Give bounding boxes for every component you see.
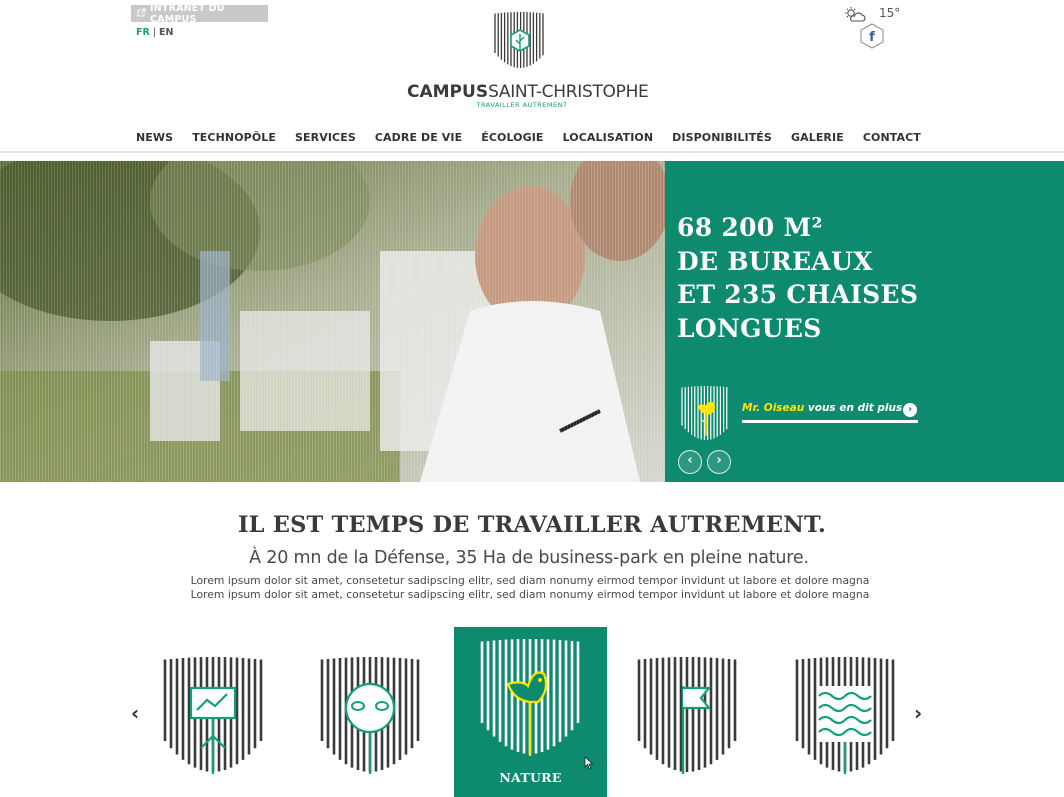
hero-title: 68 200 M² DE BUREAUX ET 235 CHAISES LONG… (677, 211, 1057, 345)
lang-separator: | (152, 27, 157, 38)
svg-text:f: f (869, 30, 875, 45)
brand-name: CAMPUSSAINT-CHRISTOPHE (407, 82, 649, 102)
nav-item-galerie[interactable]: GALERIE (791, 131, 844, 145)
hero-next-button[interactable]: › (707, 450, 731, 474)
bird-badge-icon[interactable] (678, 384, 734, 448)
external-link-icon (137, 8, 146, 20)
waves-icon[interactable] (793, 656, 897, 780)
brand-bold: CAMPUS (407, 82, 489, 102)
hero-title-line: DE BUREAUX (677, 246, 873, 276)
presentation-board-icon[interactable] (161, 656, 265, 780)
nav-item-ecologie[interactable]: ÉCOLOGIE (481, 131, 543, 145)
oiseau-link[interactable]: Mr. Oiseau vous en dit plus (742, 402, 902, 414)
arrow-right-circle-icon[interactable]: › (903, 403, 917, 417)
carousel-prev-button[interactable]: ‹ (131, 701, 139, 725)
bird-icon[interactable] (478, 638, 582, 762)
section-body-text: Lorem ipsum dolor sit amet, consetetur s… (190, 574, 870, 601)
partly-cloudy-icon (845, 7, 866, 22)
brand-tagline: TRAVAILLER AUTREMENT (476, 101, 568, 109)
hero-title-line: ET 235 CHAISES (677, 280, 919, 309)
hero-prev-button[interactable]: ‹ (678, 450, 702, 474)
nav-item-technopole[interactable]: TECHNOPÔLE (192, 131, 276, 145)
nav-item-cadre-de-vie[interactable]: CADRE DE VIE (375, 131, 462, 145)
mouse-cursor-icon (584, 756, 594, 770)
hero-photo (0, 161, 665, 482)
nav-item-localisation[interactable]: LOCALISATION (563, 131, 654, 145)
carousel-active-label: NATURE (499, 770, 562, 785)
section-headline: IL EST TEMPS DE TRAVAILLER AUTREMENT. (237, 512, 827, 538)
intranet-label: INTRANET DU CAMPUS (150, 2, 225, 25)
nav-item-news[interactable]: NEWS (136, 131, 173, 145)
oiseau-name: Mr. Oiseau (742, 402, 805, 414)
language-switcher: FR | EN (136, 27, 173, 38)
main-navigation: NEWS TECHNOPÔLE SERVICES CADRE DE VIE ÉCOLOG… (136, 131, 921, 145)
lang-en[interactable]: EN (159, 27, 173, 38)
oiseau-underline (742, 420, 918, 423)
intranet-link[interactable]: INTRANET DU CAMPUS (131, 2, 268, 25)
brand-rest: SAINT-CHRISTOPHE (488, 82, 649, 102)
section-subheadline: À 20 mn de la Défense, 35 Ha de business… (249, 548, 809, 568)
nav-divider (0, 151, 1064, 153)
oiseau-text: vous en dit plus (804, 402, 903, 414)
hero-title-line: LONGUES (677, 313, 822, 343)
temperature: 15° (879, 6, 901, 20)
carousel-next-button[interactable]: › (914, 701, 922, 725)
flag-icon[interactable] (635, 656, 739, 780)
nav-item-services[interactable]: SERVICES (295, 131, 356, 145)
campus-logo-icon[interactable] (491, 10, 549, 76)
nav-item-contact[interactable]: CONTACT (863, 131, 921, 145)
nav-item-disponibilites[interactable]: DISPONIBILITÉS (672, 131, 772, 145)
hero-title-line: 68 200 M² (677, 213, 823, 242)
sheep-icon[interactable] (318, 656, 422, 780)
lang-fr[interactable]: FR (136, 27, 150, 38)
facebook-icon[interactable]: f (860, 23, 884, 49)
